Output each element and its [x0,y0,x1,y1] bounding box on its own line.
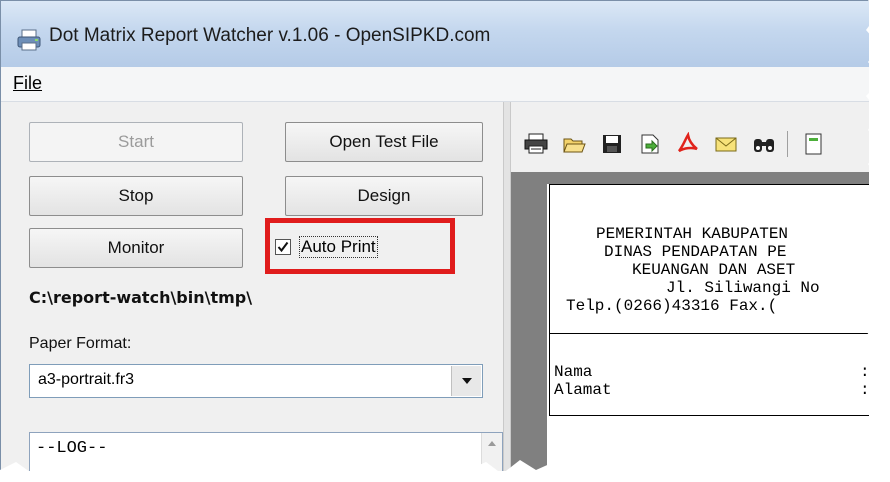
preview-panel: PEMERINTAH KABUPATEN DINAS PENDAPATAN PE… [511,102,869,471]
report-field-label: Alamat [554,381,612,399]
open-test-file-button[interactable]: Open Test File [285,122,483,162]
paper-format-select[interactable]: a3-portrait.fr3 [29,364,483,398]
save-icon[interactable] [599,131,625,157]
report-preview-area[interactable]: PEMERINTAH KABUPATEN DINAS PENDAPATAN PE… [511,172,869,471]
menu-file-label: File [13,73,43,93]
dropdown-arrow-icon[interactable] [451,366,481,396]
start-button[interactable]: Start [29,122,243,162]
menu-bar: File [1,67,869,102]
open-folder-icon[interactable] [561,131,587,157]
report-page: PEMERINTAH KABUPATEN DINAS PENDAPATAN PE… [547,184,869,471]
log-scrollbar[interactable] [481,433,502,471]
print-icon[interactable] [523,131,549,157]
toolbar-separator [787,131,788,157]
report-header-line: PEMERINTAH KABUPATEN [596,225,789,243]
highlight-box [265,218,455,274]
scroll-up-icon[interactable] [482,433,502,453]
report-field-separator: : [860,363,869,381]
watch-path-label: C:\report-watch\bin\tmp\ [29,288,253,307]
report-divider [550,333,869,334]
window-title: Dot Matrix Report Watcher v.1.06 - OpenS… [49,25,491,46]
app-window: Dot Matrix Report Watcher v.1.06 - OpenS… [0,0,869,471]
stop-button[interactable]: Stop [29,176,243,216]
email-icon[interactable] [713,131,739,157]
monitor-button[interactable]: Monitor [29,228,243,268]
export-icon[interactable] [637,131,663,157]
find-icon[interactable] [751,131,777,157]
title-bar: Dot Matrix Report Watcher v.1.06 - OpenS… [1,1,869,67]
report-header-line: KEUANGAN DAN ASET [632,261,796,279]
paper-format-label: Paper Format: [29,335,132,352]
report-header-line: Telp.(0266)43316 Fax.( [566,297,778,315]
report-frame: PEMERINTAH KABUPATEN DINAS PENDAPATAN PE… [549,184,869,416]
paper-format-value: a3-portrait.fr3 [38,371,135,388]
log-text: --LOG-- [36,439,108,458]
panel-splitter[interactable] [503,102,511,471]
page-icon[interactable] [800,131,826,157]
printer-app-icon [17,29,41,51]
design-button[interactable]: Design [285,176,483,216]
pdf-icon[interactable] [675,131,701,157]
report-header-line: DINAS PENDAPATAN PE [604,243,787,261]
report-field-separator: : [860,381,869,399]
preview-toolbar [511,126,826,162]
menu-file[interactable]: File [13,73,42,94]
report-header-line: Jl. Siliwangi No [666,279,820,297]
log-textarea[interactable]: --LOG-- [29,432,503,471]
control-panel: Start Open Test File Stop Design Monitor… [1,102,503,471]
report-field-label: Nama [554,363,593,381]
